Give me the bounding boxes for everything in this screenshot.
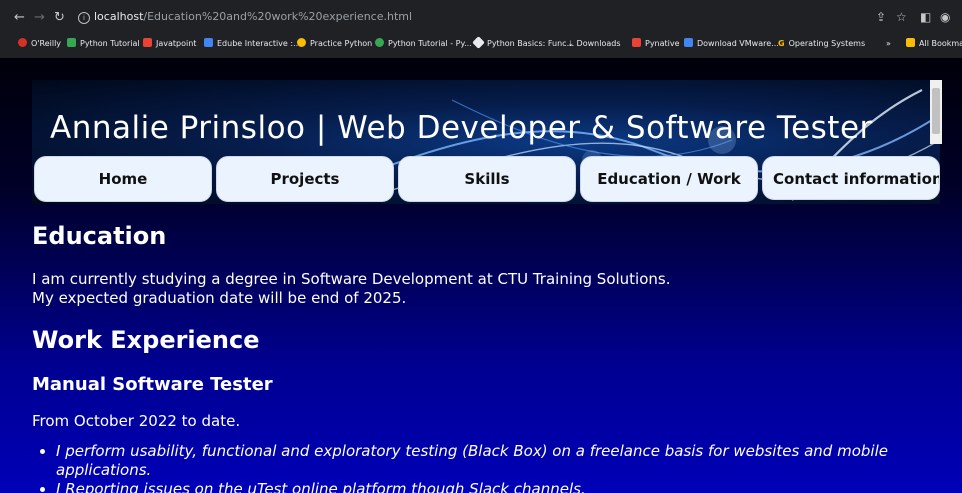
job-period: From October 2022 to date. — [32, 412, 241, 430]
bookmark-oreilly[interactable]: O'Reilly — [18, 37, 61, 51]
javatpoint-icon — [143, 38, 152, 47]
education-heading: Education — [32, 222, 167, 250]
bookmark-operating-systems[interactable]: G Operating Systems — [778, 37, 865, 51]
education-text-line-1: I am currently studying a degree in Soft… — [32, 270, 671, 288]
bookmark-pynative[interactable]: Pynative — [632, 37, 680, 51]
work-experience-heading: Work Experience — [32, 326, 260, 354]
nav-home[interactable]: Home — [34, 156, 212, 202]
bookmarks-bar: O'Reilly Python Tutorial Javatpoint Edub… — [0, 32, 962, 54]
bookmark-downloads[interactable]: ⤓ Downloads — [569, 37, 620, 51]
banner-scrollbar[interactable] — [930, 80, 942, 144]
url-text[interactable]: localhost/Education%20and%20work%20exper… — [94, 10, 412, 23]
python-basics-icon — [472, 36, 485, 49]
share-icon[interactable]: ⇪ — [876, 10, 886, 24]
nav-skills[interactable]: Skills — [398, 156, 576, 202]
job-duties-list: I perform usability, functional and expl… — [32, 442, 956, 493]
bookmark-python-tutorial-py[interactable]: Python Tutorial - Py... — [375, 37, 472, 51]
web-page: Annalie Prinsloo | Web Developer & Softw… — [0, 58, 962, 493]
edube-icon — [204, 38, 213, 47]
nav-projects[interactable]: Projects — [216, 156, 394, 202]
oreilly-icon — [18, 38, 27, 47]
education-text-line-2: My expected graduation date will be end … — [32, 289, 407, 307]
scrollbar-thumb[interactable] — [932, 88, 940, 134]
main-nav: Home Projects Skills Education / Work Co… — [32, 154, 940, 204]
bookmark-javatpoint[interactable]: Javatpoint — [143, 37, 196, 51]
download-icon: ⤓ — [569, 39, 573, 48]
bookmark-python-basics[interactable]: Python Basics: Func... — [472, 36, 574, 51]
vmware-icon — [684, 38, 693, 47]
bookmark-edube[interactable]: Edube Interactive :... — [204, 37, 301, 51]
profile-icon[interactable]: ◉ — [940, 10, 950, 24]
bookmark-download-vmware[interactable]: Download VMware... — [684, 37, 779, 51]
practice-python-icon — [297, 38, 306, 47]
site-title: Annalie Prinsloo | Web Developer & Softw… — [50, 110, 873, 146]
list-item: I perform usability, functional and expl… — [56, 442, 956, 480]
browser-chrome: ← → ↻ i localhost/Education%20and%20work… — [0, 0, 962, 58]
python-tutorial-py-icon — [375, 38, 384, 47]
forward-icon[interactable]: → — [34, 10, 45, 26]
bookmark-python-tutorial[interactable]: Python Tutorial — [67, 37, 140, 51]
bookmark-practice-python[interactable]: Practice Python — [297, 37, 372, 51]
bookmark-all-bookmarks[interactable]: All Bookmarks — [906, 37, 962, 51]
site-info-icon[interactable]: i — [78, 12, 90, 24]
bookmark-star-icon[interactable]: ☆ — [896, 10, 907, 24]
address-bar[interactable]: i localhost/Education%20and%20work%20exp… — [72, 6, 887, 30]
job-title: Manual Software Tester — [32, 374, 273, 395]
google-icon: G — [778, 39, 785, 48]
folder-icon — [906, 38, 915, 47]
back-icon[interactable]: ← — [14, 10, 25, 26]
reload-icon[interactable]: ↻ — [54, 10, 65, 26]
nav-education-work[interactable]: Education / Work — [580, 156, 758, 202]
list-item: I Reporting issues on the uTest online p… — [56, 480, 956, 493]
sidepanel-icon[interactable]: ◧ — [920, 10, 931, 24]
pynative-icon — [632, 38, 641, 47]
python-tutorial-icon — [67, 38, 76, 47]
bookmarks-overflow[interactable]: » — [886, 37, 891, 51]
nav-contact-information[interactable]: Contact information — [762, 156, 940, 200]
